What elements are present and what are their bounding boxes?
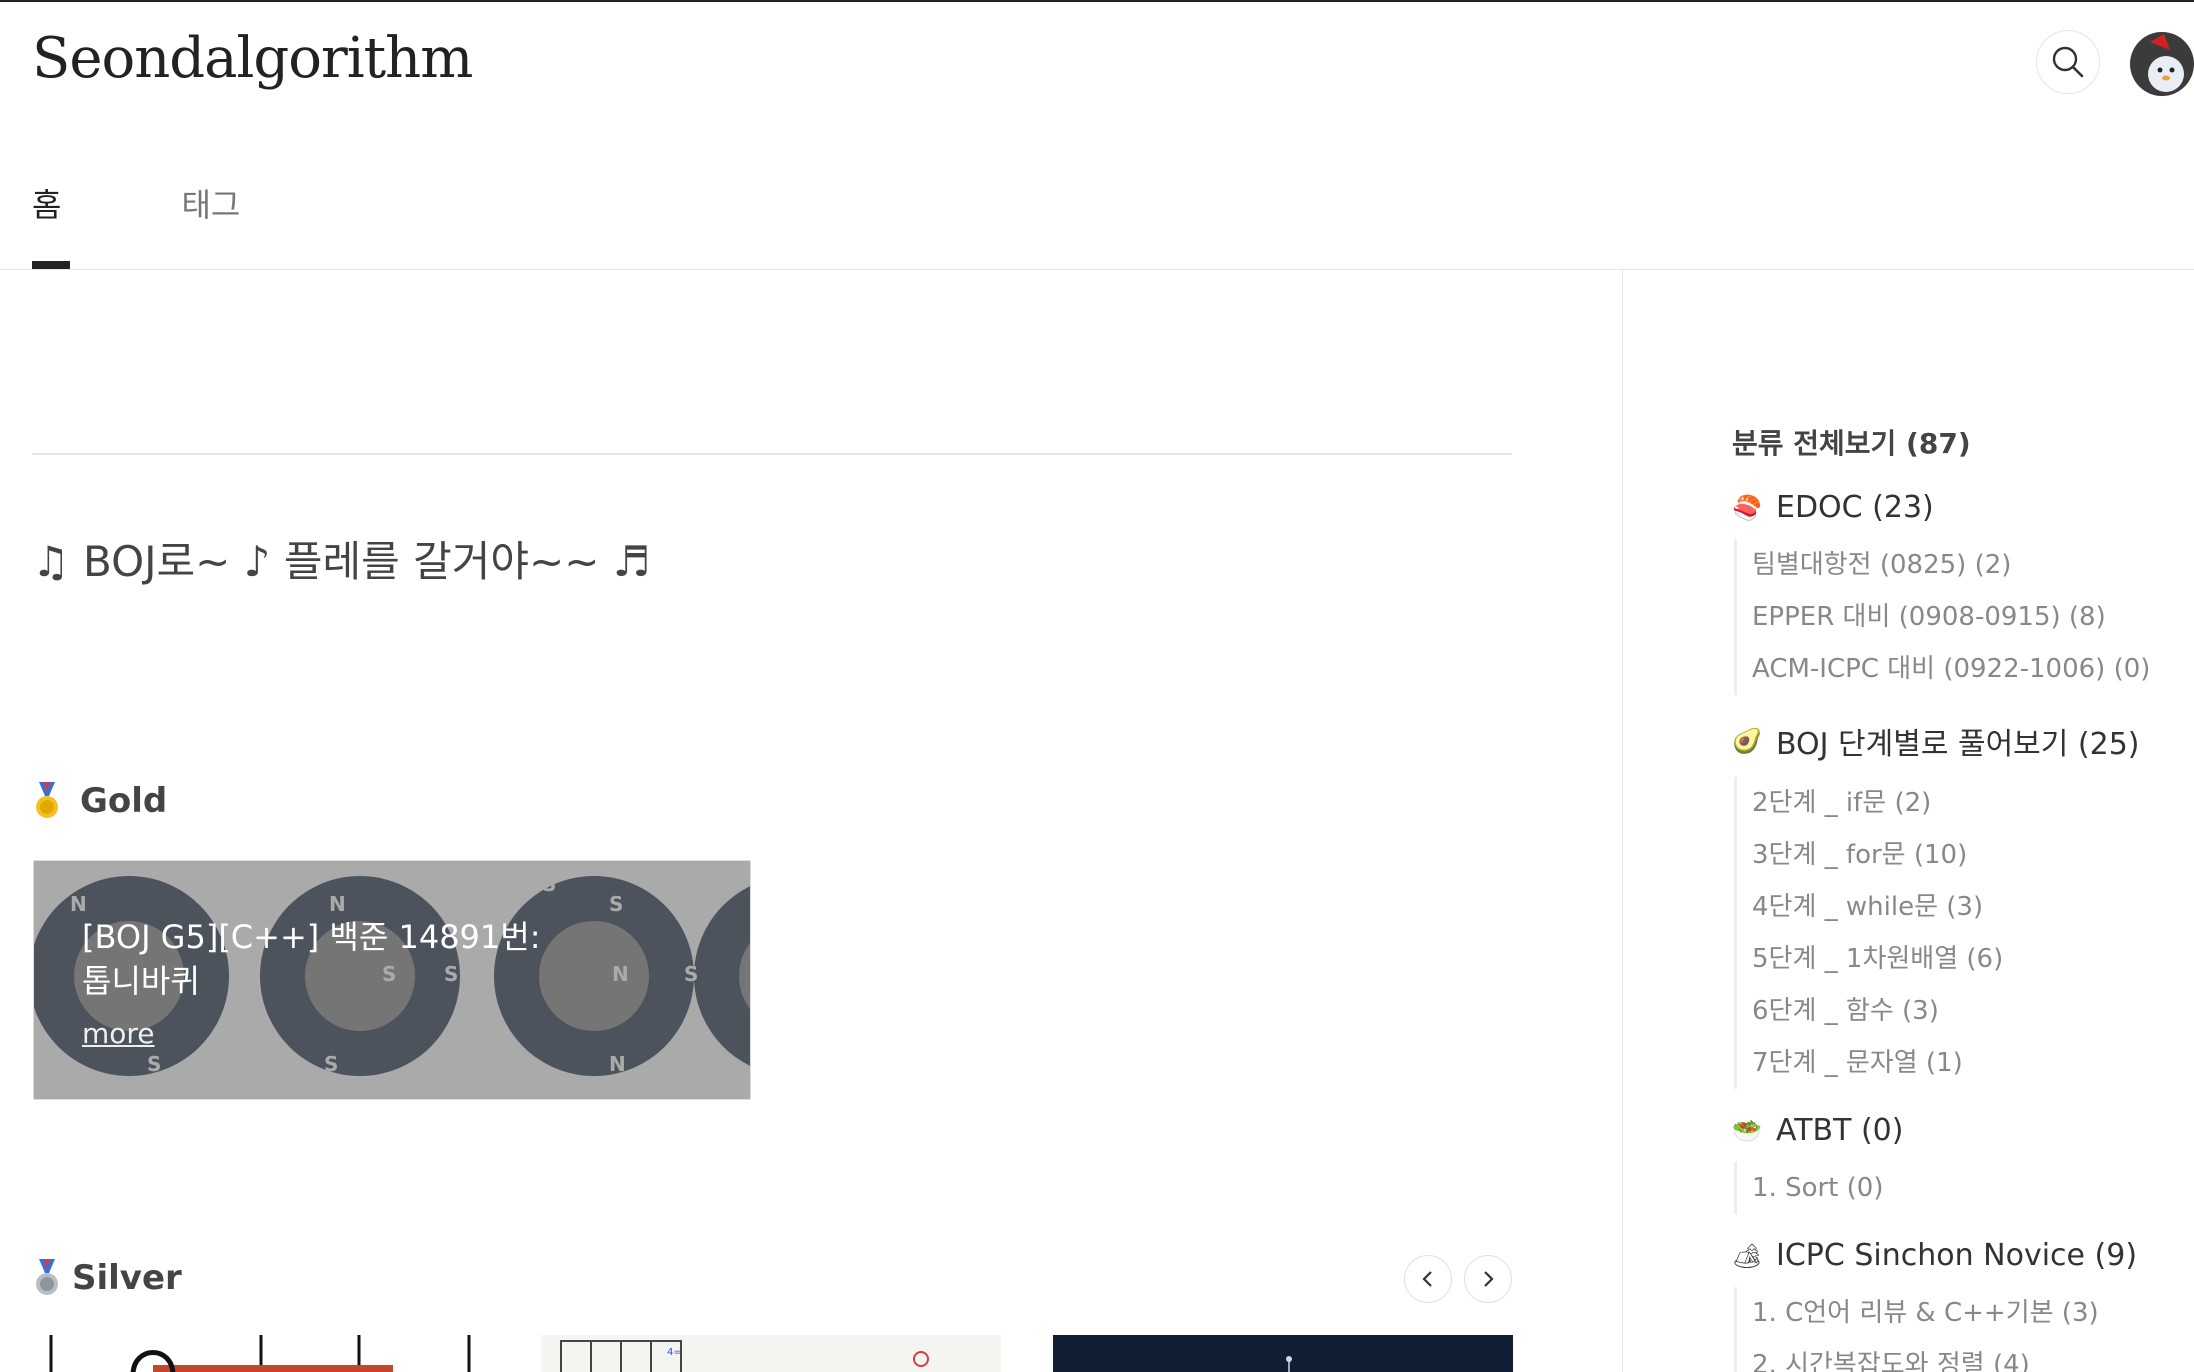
- category-group: 🥗 ATBT (0) 1. Sort (0): [1732, 1113, 2172, 1214]
- avatar[interactable]: [2130, 32, 2194, 96]
- svg-text:4=: 4=: [667, 1347, 682, 1358]
- salad-icon: 🥗: [1732, 1116, 1762, 1145]
- gold-medal-icon: [36, 782, 58, 818]
- category-label: ATBT (0): [1776, 1113, 1904, 1148]
- category-boj-steps[interactable]: 🥑 BOJ 단계별로 풀어보기 (25): [1732, 719, 2172, 763]
- subcategory-link[interactable]: 2. 시간복잡도와 정렬 (4): [1752, 1339, 2172, 1372]
- subcategory-link[interactable]: EPPER 대비 (0908-0915) (8): [1752, 591, 2172, 643]
- subcategory-link[interactable]: 1. C언어 리뷰 & C++기본 (3): [1752, 1287, 2172, 1339]
- subcategory-link[interactable]: 팀별대항전 (0825) (2): [1752, 539, 2172, 591]
- blog-page: Seondalgorithm 홈 태그 ♫ BOJ로~ ♪ 플레를 갈거야~~ …: [0, 0, 2194, 1372]
- silver-medal-icon: [36, 1259, 58, 1295]
- category-group: 🏕 ICPC Sinchon Novice (9) 1. C언어 리뷰 & C+…: [1732, 1238, 2172, 1372]
- page-headline: ♫ BOJ로~ ♪ 플레를 갈거야~~ ♬: [32, 537, 651, 586]
- section-title-text: Silver: [72, 1258, 182, 1298]
- carousel-next-button[interactable]: [1464, 1255, 1512, 1303]
- section-title-text: Gold: [80, 781, 168, 821]
- card-title[interactable]: [BOJ G5][C++] 백준 14891번: 톱니바퀴: [82, 915, 542, 1003]
- search-icon: [2052, 46, 2084, 78]
- category-icpc-sinchon[interactable]: 🏕 ICPC Sinchon Novice (9): [1732, 1238, 2172, 1273]
- category-group: 🍣 EDOC (23) 팀별대항전 (0825) (2) EPPER 대비 (0…: [1732, 490, 2172, 695]
- card-more-link[interactable]: more: [82, 1017, 155, 1050]
- section-title-gold: Gold: [32, 781, 167, 821]
- chevron-right-icon: [1484, 1271, 1494, 1287]
- category-all-link[interactable]: 분류 전체보기 (87): [1732, 422, 2172, 462]
- sushi-icon: 🍣: [1732, 493, 1762, 522]
- category-sidebar: 분류 전체보기 (87) 🍣 EDOC (23) 팀별대항전 (0825) (2…: [1732, 422, 2172, 1372]
- thumbnail-image: [1053, 1335, 1513, 1372]
- silver-post-thumbnail[interactable]: [33, 1335, 489, 1372]
- subcategory-list: 2단계 _ if문 (2) 3단계 _ for문 (10) 4단계 _ whil…: [1734, 777, 2172, 1089]
- header: Seondalgorithm 홈 태그: [0, 2, 2194, 270]
- main-nav: 홈 태그: [32, 180, 360, 226]
- subcategory-list: 1. Sort (0): [1734, 1162, 2172, 1214]
- subcategory-link[interactable]: 5단계 _ 1차원배열 (6): [1752, 933, 2172, 985]
- subcategory-list: 팀별대항전 (0825) (2) EPPER 대비 (0908-0915) (8…: [1734, 539, 2172, 695]
- category-label: EDOC (23): [1776, 490, 1934, 525]
- silver-post-thumbnail[interactable]: 4=: [541, 1335, 1001, 1372]
- camping-icon: 🏕: [1731, 1241, 1763, 1270]
- category-edoc[interactable]: 🍣 EDOC (23): [1732, 490, 2172, 525]
- tab-home[interactable]: 홈: [32, 180, 61, 226]
- subcategory-list: 1. C언어 리뷰 & C++기본 (3) 2. 시간복잡도와 정렬 (4): [1734, 1287, 2172, 1372]
- subcategory-link[interactable]: 3단계 _ for문 (10): [1752, 829, 2172, 881]
- tab-tags[interactable]: 태그: [181, 180, 240, 226]
- category-label: ICPC Sinchon Novice (9): [1776, 1238, 2138, 1273]
- subcategory-link[interactable]: 6단계 _ 함수 (3): [1752, 985, 2172, 1037]
- subcategory-link[interactable]: 1. Sort (0): [1752, 1162, 2172, 1214]
- active-tab-indicator: [32, 261, 70, 269]
- site-logo[interactable]: Seondalgorithm: [32, 26, 473, 91]
- thumbnail-image: 4=: [541, 1335, 1001, 1372]
- content-divider: [32, 453, 1512, 455]
- avocado-icon: 🥑: [1732, 727, 1762, 755]
- subcategory-link[interactable]: ACM-ICPC 대비 (0922-1006) (0): [1752, 643, 2172, 695]
- avatar-image: [2130, 32, 2194, 96]
- chevron-left-icon: [1422, 1271, 1432, 1287]
- subcategory-link[interactable]: 4단계 _ while문 (3): [1752, 881, 2172, 933]
- search-button[interactable]: [2036, 30, 2100, 94]
- silver-post-thumbnail[interactable]: [1053, 1335, 1513, 1372]
- post-card[interactable]: NNS NSS NSS NSS SSN NS [BOJ G5][C++] 백준 …: [33, 860, 751, 1100]
- subcategory-link[interactable]: 7단계 _ 문자열 (1): [1752, 1037, 2172, 1089]
- section-title-silver: Silver: [32, 1258, 182, 1298]
- category-label: BOJ 단계별로 풀어보기 (25): [1776, 727, 2140, 762]
- carousel-prev-button[interactable]: [1404, 1255, 1452, 1303]
- category-group: 🥑 BOJ 단계별로 풀어보기 (25) 2단계 _ if문 (2) 3단계 _…: [1732, 719, 2172, 1089]
- subcategory-link[interactable]: 2단계 _ if문 (2): [1752, 777, 2172, 829]
- thumbnail-image: [33, 1335, 489, 1372]
- category-atbt[interactable]: 🥗 ATBT (0): [1732, 1113, 2172, 1148]
- sidebar-divider: [1622, 270, 1623, 1372]
